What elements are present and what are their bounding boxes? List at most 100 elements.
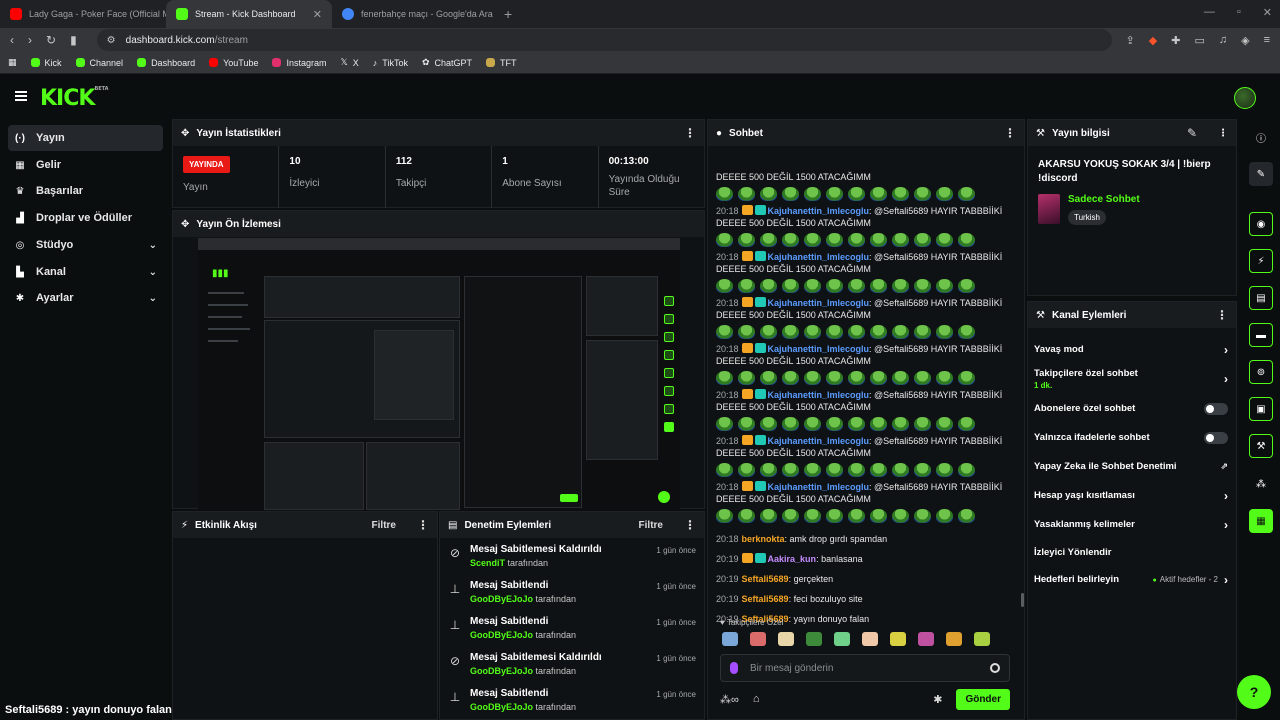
media-icon[interactable]: ♫: [1219, 34, 1227, 47]
emote-icon[interactable]: [936, 279, 953, 293]
menu-icon[interactable]: ≡: [1264, 34, 1270, 47]
emote-icon[interactable]: [958, 417, 975, 431]
emote-icon[interactable]: [826, 279, 843, 293]
stream-preview-video[interactable]: ▮▮▮: [198, 238, 680, 510]
account-age-row[interactable]: Hesap yaşı kısıtlaması ›: [1028, 481, 1236, 510]
emote-icon[interactable]: [804, 509, 821, 523]
vpn-icon[interactable]: ◈: [1241, 34, 1249, 47]
moderator-name[interactable]: GooDByEJoJo: [470, 594, 533, 604]
emote-icon[interactable]: [848, 509, 865, 523]
emote-icon[interactable]: [760, 417, 777, 431]
sidebar-item-kanal[interactable]: ▙ Kanal ⌄: [8, 259, 163, 285]
info-icon[interactable]: ⓘ: [1249, 125, 1273, 149]
bookmark-tft[interactable]: TFT: [486, 58, 517, 68]
emote-icon[interactable]: [826, 509, 843, 523]
drag-handle-icon[interactable]: ✥: [181, 128, 189, 139]
emote-icon[interactable]: [738, 325, 755, 339]
emote-icon[interactable]: [826, 187, 843, 201]
reload-icon[interactable]: ↻: [46, 33, 56, 47]
emote-icon[interactable]: [892, 279, 909, 293]
sidebar-item-yayin[interactable]: (·) Yayın: [8, 125, 163, 151]
browser-tab-kick-dashboard[interactable]: Stream - Kick Dashboard ✕: [166, 0, 332, 28]
emote-icon[interactable]: [848, 463, 865, 477]
emote-icon[interactable]: [760, 279, 777, 293]
moderator-name[interactable]: GooDByEJoJo: [470, 630, 533, 640]
category-name[interactable]: Sadece Sohbet: [1068, 194, 1140, 205]
emote-icon[interactable]: [804, 279, 821, 293]
lightning-icon[interactable]: ⚡: [1249, 249, 1273, 273]
emote-icon[interactable]: [716, 187, 733, 201]
close-window-icon[interactable]: ✕: [1263, 6, 1272, 19]
help-support-icon[interactable]: ?: [1237, 675, 1271, 709]
chat-username[interactable]: Kajuhanettin_lmlecoglu: [768, 206, 870, 216]
emote-icon[interactable]: [804, 417, 821, 431]
emote-icon[interactable]: [914, 371, 931, 385]
broadcast-icon[interactable]: ⊚: [1249, 360, 1273, 384]
emote-icon[interactable]: [936, 509, 953, 523]
chat-username[interactable]: Kajuhanettin_lmlecoglu: [768, 390, 870, 400]
sidebar-item-droplar[interactable]: ▟ Droplar ve Ödüller: [8, 205, 163, 231]
emote-icon[interactable]: [804, 371, 821, 385]
emote-icon[interactable]: [782, 371, 799, 385]
emote-icon[interactable]: [914, 233, 931, 247]
brave-shield-icon[interactable]: ◆: [1149, 34, 1157, 47]
emote-icon[interactable]: [914, 187, 931, 201]
emote-icon[interactable]: [914, 279, 931, 293]
minimize-icon[interactable]: —: [1204, 6, 1215, 19]
send-button[interactable]: Gönder: [956, 688, 1010, 710]
emote-icon[interactable]: [892, 417, 909, 431]
bookmark-youtube[interactable]: YouTube: [209, 58, 258, 68]
sidebar-icon[interactable]: ▭: [1194, 34, 1204, 47]
chat-username[interactable]: Seftali5689: [742, 594, 789, 604]
url-field[interactable]: ⚙ dashboard.kick.com/stream: [96, 29, 1112, 51]
menu-toggle-icon[interactable]: [15, 91, 27, 101]
site-info-icon[interactable]: ⚙: [107, 35, 116, 46]
chat-settings-icon[interactable]: ✱: [933, 693, 942, 706]
filter-button[interactable]: Filtre: [639, 520, 663, 531]
moderator-name[interactable]: GooDByEJoJo: [470, 666, 533, 676]
forward-icon[interactable]: ›: [28, 33, 32, 47]
emote-icon[interactable]: [782, 325, 799, 339]
maximize-icon[interactable]: ▫: [1237, 6, 1241, 19]
wrench-icon[interactable]: ⚒: [1249, 434, 1273, 458]
emote-icon[interactable]: [870, 233, 887, 247]
emote-icon[interactable]: [738, 509, 755, 523]
new-tab-icon[interactable]: +: [504, 6, 512, 22]
apps-grid-icon[interactable]: ▦: [8, 57, 17, 68]
emote-icon[interactable]: [848, 233, 865, 247]
emote-icon[interactable]: [782, 279, 799, 293]
category-thumbnail[interactable]: [1038, 194, 1060, 224]
browser-tab-google[interactable]: fenerbahçe maçı - Google'da Ara ✕: [332, 0, 498, 28]
emote-icon[interactable]: [804, 463, 821, 477]
edit-pencil-icon[interactable]: ✎: [1187, 126, 1197, 140]
bookmark-icon[interactable]: ▮: [70, 33, 77, 47]
emote-icon[interactable]: [958, 325, 975, 339]
emote-icon[interactable]: [914, 463, 931, 477]
store-icon[interactable]: ▣: [1249, 397, 1273, 421]
document-icon[interactable]: ▤: [1249, 286, 1273, 310]
bookmark-x[interactable]: 𝕏X: [341, 57, 359, 68]
emote-icon[interactable]: [738, 233, 755, 247]
emote-icon[interactable]: [870, 325, 887, 339]
emote-icon[interactable]: [892, 325, 909, 339]
raid-row[interactable]: İzleyici Yönlendir: [1028, 539, 1236, 565]
emote-icon[interactable]: [936, 463, 953, 477]
emote-icon[interactable]: [958, 509, 975, 523]
emote-icon[interactable]: [826, 417, 843, 431]
chat-username[interactable]: Kajuhanettin_lmlecoglu: [768, 298, 870, 308]
emoji-picker-icon[interactable]: [990, 663, 1000, 673]
emote-icon[interactable]: [760, 325, 777, 339]
emote-icon[interactable]: [870, 509, 887, 523]
bookmark-channel[interactable]: Channel: [75, 58, 123, 68]
emote-icon[interactable]: [958, 371, 975, 385]
emote-icon[interactable]: [848, 279, 865, 293]
emote-icon[interactable]: [750, 632, 766, 646]
emote-icon[interactable]: [716, 233, 733, 247]
bookmark-kick[interactable]: Kick: [30, 58, 62, 68]
emote-icon[interactable]: [892, 371, 909, 385]
banned-words-row[interactable]: Yasaklanmış kelimeler ›: [1028, 510, 1236, 539]
emote-icon[interactable]: [890, 632, 906, 646]
emote-icon[interactable]: [804, 233, 821, 247]
microphone-icon[interactable]: [730, 662, 738, 674]
moderator-name[interactable]: ScendiT: [470, 558, 505, 568]
